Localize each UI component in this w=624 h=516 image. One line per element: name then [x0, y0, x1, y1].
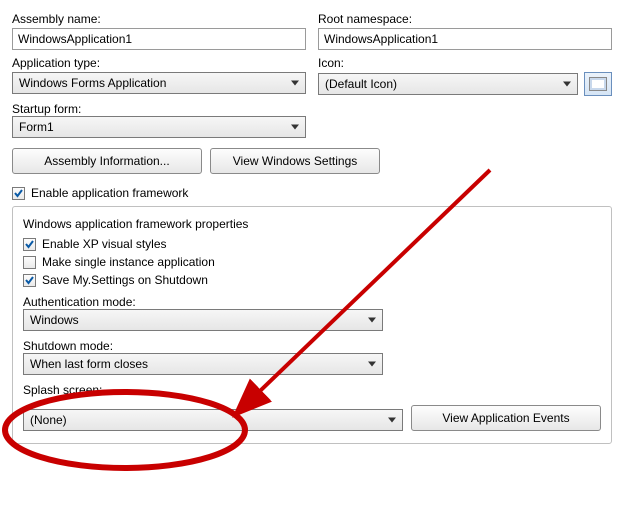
section-title: Windows application framework properties: [23, 217, 601, 231]
splash-screen-dropdown[interactable]: (None): [23, 409, 403, 431]
save-settings-label: Save My.Settings on Shutdown: [42, 273, 208, 287]
assembly-name-input[interactable]: [12, 28, 306, 50]
startup-form-label: Startup form:: [12, 102, 81, 116]
root-namespace-input[interactable]: [318, 28, 612, 50]
chevron-down-icon: [291, 125, 299, 130]
xp-styles-checkbox[interactable]: [23, 238, 36, 251]
application-type-value: Windows Forms Application: [19, 76, 285, 90]
icon-label: Icon:: [318, 56, 612, 70]
icon-dropdown[interactable]: (Default Icon): [318, 73, 578, 95]
application-type-dropdown[interactable]: Windows Forms Application: [12, 72, 306, 94]
auth-mode-dropdown[interactable]: Windows: [23, 309, 383, 331]
chevron-down-icon: [388, 418, 396, 423]
view-application-events-button[interactable]: View Application Events: [411, 405, 601, 431]
enable-framework-checkbox[interactable]: [12, 187, 25, 200]
assembly-name-label: Assembly name:: [12, 12, 306, 26]
shutdown-mode-dropdown[interactable]: When last form closes: [23, 353, 383, 375]
shutdown-mode-value: When last form closes: [30, 357, 362, 371]
icon-preview[interactable]: [584, 72, 612, 96]
shutdown-mode-label: Shutdown mode:: [23, 339, 113, 353]
single-instance-checkbox[interactable]: [23, 256, 36, 269]
startup-form-dropdown[interactable]: Form1: [12, 116, 306, 138]
splash-screen-label: Splash screen:: [23, 383, 102, 397]
auth-mode-label: Authentication mode:: [23, 295, 136, 309]
chevron-down-icon: [291, 81, 299, 86]
xp-styles-label: Enable XP visual styles: [42, 237, 167, 251]
save-settings-checkbox[interactable]: [23, 274, 36, 287]
startup-form-value: Form1: [19, 120, 285, 134]
enable-framework-label: Enable application framework: [31, 186, 188, 200]
single-instance-label: Make single instance application: [42, 255, 215, 269]
view-windows-settings-button[interactable]: View Windows Settings: [210, 148, 380, 174]
assembly-information-button[interactable]: Assembly Information...: [12, 148, 202, 174]
chevron-down-icon: [368, 318, 376, 323]
chevron-down-icon: [563, 82, 571, 87]
icon-value: (Default Icon): [325, 77, 557, 91]
auth-mode-value: Windows: [30, 313, 362, 327]
splash-screen-value: (None): [30, 413, 382, 427]
framework-properties-section: Windows application framework properties…: [12, 206, 612, 444]
root-namespace-label: Root namespace:: [318, 12, 612, 26]
chevron-down-icon: [368, 362, 376, 367]
application-type-label: Application type:: [12, 56, 306, 70]
icon-preview-image: [589, 77, 607, 91]
